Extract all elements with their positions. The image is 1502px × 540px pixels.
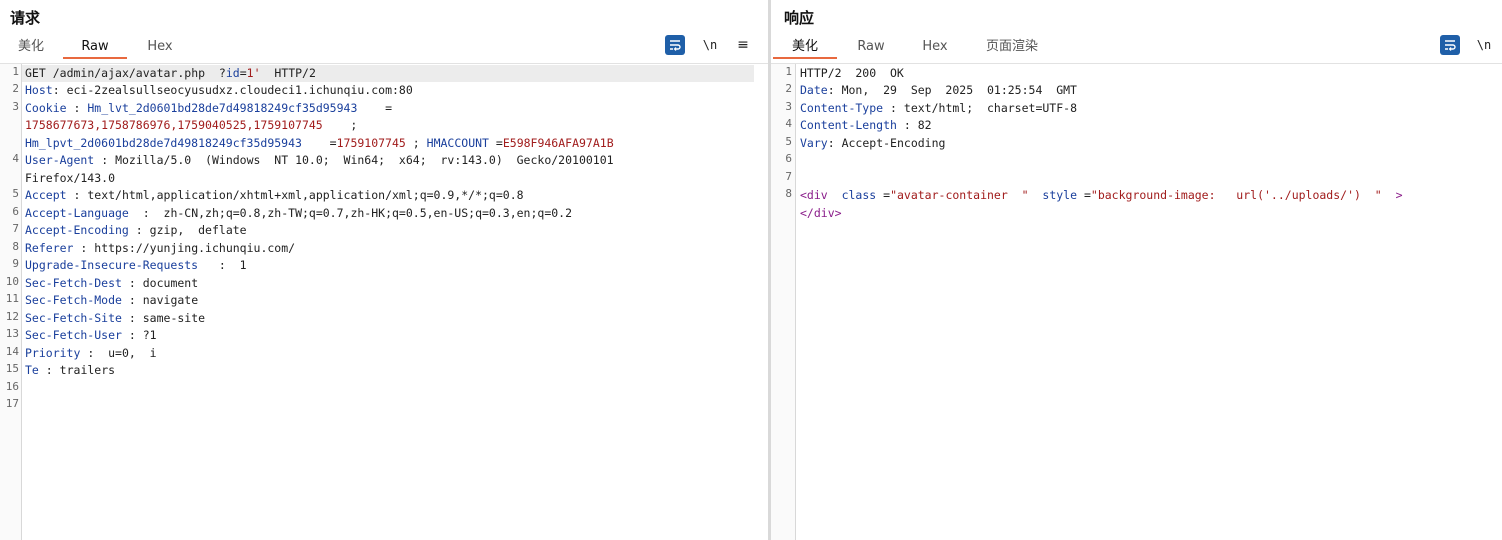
line-number: 15: [5, 362, 19, 375]
line-number: 10: [5, 275, 19, 288]
line-number: 11: [5, 292, 19, 305]
line-number: 13: [5, 327, 19, 340]
header-accept: Accept : text/html,application/xhtml+xml…: [25, 188, 524, 202]
line-number: 7: [785, 170, 792, 183]
html-body-line: <div class ="avatar-container " style ="…: [800, 188, 1403, 202]
header-priority: Priority : u=0, i: [25, 346, 157, 360]
line-number: 12: [5, 310, 19, 323]
header-accept-encoding: Accept-Encoding : gzip, deflate: [25, 223, 247, 237]
status-line: HTTP/2 200 OK: [800, 66, 904, 80]
request-line: GET /admin/ajax/avatar.php ?id=1' HTTP/2: [25, 66, 316, 80]
header-cookie-cont: 1758677673,1758786976,1759040525,1759107…: [25, 118, 358, 132]
line-number: 4: [12, 152, 19, 165]
line-number-gutter: 1 2 3 4 5 6 7 8: [771, 64, 796, 540]
line-number: 1: [12, 65, 19, 78]
line-number: 4: [785, 117, 792, 130]
show-newlines-button[interactable]: \n: [1474, 35, 1494, 55]
line-number: 2: [785, 82, 792, 95]
header-user-agent-cont: Firefox/143.0: [25, 171, 116, 185]
header-sec-fetch-user: Sec-Fetch-User : ?1: [25, 328, 157, 342]
word-wrap-button[interactable]: [1440, 35, 1460, 55]
request-editor[interactable]: 1 2 3 4 5 6 7 8 9 10 11 12 13 14 15 16 1…: [0, 63, 768, 540]
header-content-length: Content-Length : 82: [800, 118, 932, 132]
header-cookie: Cookie : Hm_lvt_2d0601bd28de7d49818249cf…: [25, 101, 393, 115]
line-number: 3: [12, 100, 19, 113]
request-pane: 请求 美化 Raw Hex \n ≡ 1 2 3 4 5 6 7 8 9 10 …: [0, 0, 768, 540]
show-newlines-button[interactable]: \n: [700, 35, 720, 55]
line-number: 8: [12, 240, 19, 253]
header-accept-language: Accept-Language : zh-CN,zh;q=0.8,zh-TW;q…: [25, 206, 573, 220]
line-number: 16: [5, 380, 19, 393]
header-sec-fetch-site: Sec-Fetch-Site : same-site: [25, 311, 206, 325]
line-number: 3: [785, 100, 792, 113]
tab-render[interactable]: 页面渲染: [980, 37, 1044, 59]
line-number: 7: [12, 222, 19, 235]
word-wrap-button[interactable]: [665, 35, 685, 55]
line-number: 6: [785, 152, 792, 165]
header-host: Host: eci-2zealsullseocyusudxz.cloudeci1…: [25, 83, 413, 97]
tab-pretty[interactable]: 美化: [10, 37, 52, 59]
response-pane: 响应 美化 Raw Hex 页面渲染 \n 1 2 3 4 5 6 7 8 HT…: [771, 0, 1502, 540]
line-number: 14: [5, 345, 19, 358]
html-body-line-cont: </div>: [800, 206, 842, 220]
line-number: 2: [12, 82, 19, 95]
header-vary: Vary: Accept-Encoding: [800, 136, 946, 150]
line-number: 5: [12, 187, 19, 200]
request-tabs: 美化 Raw Hex: [0, 37, 768, 59]
header-content-type: Content-Type : text/html; charset=UTF-8: [800, 101, 1077, 115]
line-number-gutter: 1 2 3 4 5 6 7 8 9 10 11 12 13 14 15 16 1…: [0, 64, 22, 540]
header-date: Date: Mon, 29 Sep 2025 01:25:54 GMT: [800, 83, 1077, 97]
header-referer: Referer : https://yunjing.ichunqiu.com/: [25, 241, 296, 255]
response-tabs: 美化 Raw Hex 页面渲染: [771, 37, 1502, 59]
line-number: 1: [785, 65, 792, 78]
request-title: 请求: [10, 9, 41, 27]
word-wrap-icon: [670, 40, 681, 51]
line-number: 6: [12, 205, 19, 218]
header-cookie-cont: Hm_lpvt_2d0601bd28de7d49818249cf35d95943…: [25, 136, 614, 150]
word-wrap-icon: [1445, 40, 1456, 51]
tab-hex[interactable]: Hex: [915, 37, 955, 59]
line-number: 17: [5, 397, 19, 410]
header-user-agent: User-Agent : Mozilla/5.0 (Windows NT 10.…: [25, 153, 614, 167]
header-te: Te : trailers: [25, 363, 116, 377]
header-sec-fetch-mode: Sec-Fetch-Mode : navigate: [25, 293, 199, 307]
header-sec-fetch-dest: Sec-Fetch-Dest : document: [25, 276, 199, 290]
header-upgrade-insecure-requests: Upgrade-Insecure-Requests : 1: [25, 258, 247, 272]
line-number: 5: [785, 135, 792, 148]
tab-hex[interactable]: Hex: [140, 37, 180, 59]
response-title: 响应: [784, 9, 815, 27]
response-editor[interactable]: 1 2 3 4 5 6 7 8 HTTP/2 200 OK Date: Mon,…: [771, 63, 1502, 540]
line-number: 9: [12, 257, 19, 270]
tab-raw[interactable]: Raw: [63, 37, 127, 59]
tab-pretty[interactable]: 美化: [773, 37, 837, 59]
menu-icon[interactable]: ≡: [733, 35, 753, 55]
tab-raw[interactable]: Raw: [851, 37, 891, 59]
line-number: 8: [785, 187, 792, 200]
